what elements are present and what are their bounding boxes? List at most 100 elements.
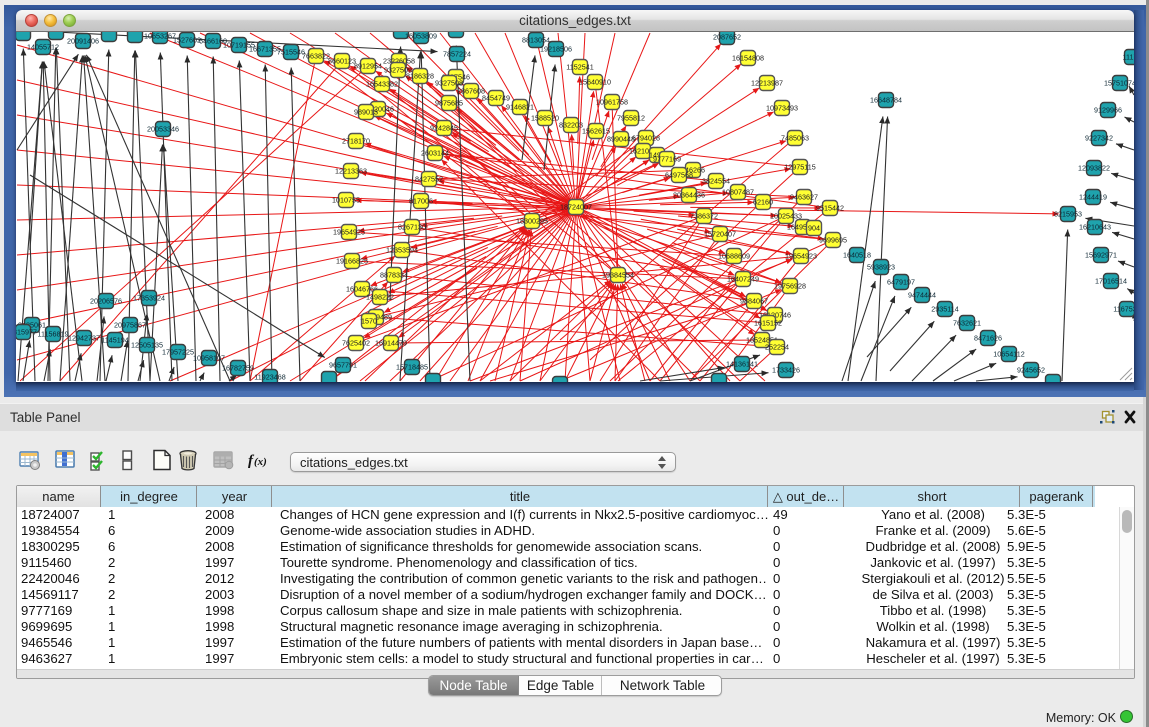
- svg-text:989013: 989013: [354, 108, 378, 117]
- svg-text:19384554: 19384554: [602, 271, 634, 280]
- svg-text:10688609: 10688609: [718, 252, 750, 261]
- svg-text:9129966: 9129966: [1094, 106, 1122, 115]
- svg-text:9777169: 9777169: [653, 155, 681, 164]
- svg-text:15692971: 15692971: [1085, 251, 1117, 260]
- svg-text:10807487: 10807487: [722, 188, 754, 197]
- svg-text:1498222: 1498222: [366, 293, 394, 302]
- svg-text:817006: 817006: [409, 197, 433, 206]
- svg-text:12505135: 12505135: [131, 341, 163, 350]
- svg-text:12093822: 12093822: [1078, 164, 1110, 173]
- svg-text:11156819: 11156819: [38, 330, 69, 339]
- svg-text:8267130: 8267130: [398, 223, 426, 232]
- svg-text:8186328: 8186328: [406, 72, 434, 81]
- svg-text:17016514: 17016514: [1095, 277, 1127, 286]
- svg-text:3315977: 3315977: [16, 328, 37, 337]
- svg-text:2718170: 2718170: [342, 137, 370, 146]
- svg-text:18300295: 18300295: [516, 217, 548, 226]
- svg-text:19654923: 19654923: [785, 252, 817, 261]
- svg-text:17353924: 17353924: [133, 294, 165, 303]
- svg-text:9875685: 9875685: [435, 99, 463, 108]
- svg-text:9146821: 9146821: [506, 103, 534, 112]
- svg-text:10961758: 10961758: [596, 98, 628, 107]
- svg-text:9657791: 9657791: [329, 361, 357, 370]
- svg-text:19654925: 19654925: [333, 228, 365, 237]
- svg-text:9245652: 9245652: [1017, 366, 1045, 375]
- svg-text:16914479: 16914479: [375, 339, 407, 348]
- svg-text:10973493: 10973493: [766, 104, 798, 113]
- svg-text:7955812: 7955812: [617, 114, 645, 123]
- svg-text:1527602: 1527602: [173, 36, 201, 45]
- svg-text:9227342: 9227342: [1085, 134, 1113, 143]
- svg-text:6497568: 6497568: [665, 171, 693, 180]
- svg-text:15718485: 15718485: [396, 363, 428, 372]
- svg-text:1562615: 1562615: [582, 127, 610, 136]
- svg-text:252254: 252254: [765, 343, 789, 352]
- svg-text:8215953: 8215953: [1054, 210, 1082, 219]
- svg-text:10025433: 10025433: [770, 212, 802, 221]
- svg-text:12213987: 12213987: [751, 79, 783, 88]
- svg-text:14136141: 14136141: [726, 360, 758, 369]
- svg-text:20053346: 20053346: [147, 125, 179, 134]
- svg-text:8427552: 8427552: [415, 175, 443, 184]
- svg-text:7386372: 7386372: [690, 212, 718, 221]
- svg-text:1615152: 1615152: [754, 319, 782, 328]
- svg-text:904: 904: [808, 224, 820, 233]
- svg-text:6794028: 6794028: [632, 134, 660, 143]
- svg-text:10653267: 10653267: [144, 32, 176, 41]
- svg-text:7632621: 7632621: [953, 319, 981, 328]
- svg-text:15720407: 15720407: [704, 230, 736, 239]
- svg-text:8912954: 8912954: [354, 62, 382, 71]
- svg-text:9474444: 9474444: [908, 291, 936, 300]
- svg-text:6479197: 6479197: [887, 278, 915, 287]
- svg-text:1733426: 1733426: [772, 366, 800, 375]
- svg-text:9515442: 9515442: [816, 204, 844, 213]
- svg-text:19166825: 19166825: [336, 257, 368, 266]
- svg-text:1570: 1570: [361, 317, 377, 326]
- svg-text:8878334: 8878334: [380, 271, 408, 280]
- svg-text:20975867: 20975867: [114, 321, 146, 330]
- svg-text:1640518: 1640518: [843, 251, 871, 260]
- svg-text:11171: 11171: [1123, 53, 1134, 62]
- svg-text:12353594: 12353594: [386, 246, 418, 255]
- svg-text:12942737: 12942737: [68, 334, 100, 343]
- svg-text:15640910: 15640910: [579, 78, 611, 87]
- svg-text:9884067: 9884067: [740, 297, 768, 306]
- svg-text:1145194: 1145194: [101, 336, 128, 345]
- svg-text:1010755: 1010755: [332, 196, 360, 205]
- svg-text:16154808: 16154808: [732, 54, 764, 63]
- svg-text:7485063: 7485063: [781, 134, 809, 143]
- svg-text:1152541: 1152541: [566, 63, 593, 72]
- svg-text:20206576: 20206576: [90, 297, 122, 306]
- svg-text:5938923: 5938923: [867, 263, 895, 272]
- svg-text:(x): (x): [254, 456, 267, 468]
- svg-text:19756928: 19756928: [774, 282, 806, 291]
- svg-text:832203: 832203: [559, 121, 583, 130]
- svg-text:16543382: 16543382: [366, 80, 398, 89]
- svg-text:2603144: 2603144: [421, 149, 449, 158]
- svg-text:9699695: 9699695: [819, 236, 847, 245]
- svg-text:16407249: 16407249: [727, 275, 759, 284]
- svg-text:12975115: 12975115: [784, 163, 815, 172]
- svg-text:1167533: 1167533: [1113, 305, 1134, 314]
- svg-text:11923468: 11923468: [254, 373, 285, 382]
- svg-text:15751074: 15751074: [1104, 79, 1134, 88]
- svg-text:8813054: 8813054: [522, 36, 550, 45]
- svg-text:2867608: 2867608: [457, 87, 485, 96]
- svg-text:2087652: 2087652: [713, 33, 741, 42]
- svg-text:14055712: 14055712: [27, 43, 59, 52]
- svg-text:16053809: 16053809: [405, 32, 437, 41]
- svg-text:10958107: 10958107: [193, 354, 225, 363]
- svg-text:62160: 62160: [753, 198, 773, 207]
- svg-text:12213363: 12213363: [335, 167, 367, 176]
- svg-text:17957225: 17957225: [162, 348, 194, 357]
- svg-text:16210643: 16210643: [1079, 223, 1111, 232]
- svg-text:7663822: 7663822: [302, 52, 330, 61]
- svg-text:20091406: 20091406: [67, 37, 99, 46]
- svg-text:8454749: 8454749: [482, 94, 510, 103]
- svg-text:19218506: 19218506: [540, 45, 572, 54]
- svg-text:18724007: 18724007: [560, 203, 592, 212]
- svg-text:7625402: 7625402: [342, 339, 370, 348]
- svg-text:9242845: 9242845: [430, 124, 458, 133]
- svg-text:1588520: 1588520: [531, 114, 559, 123]
- svg-text:8990448: 8990448: [607, 135, 635, 144]
